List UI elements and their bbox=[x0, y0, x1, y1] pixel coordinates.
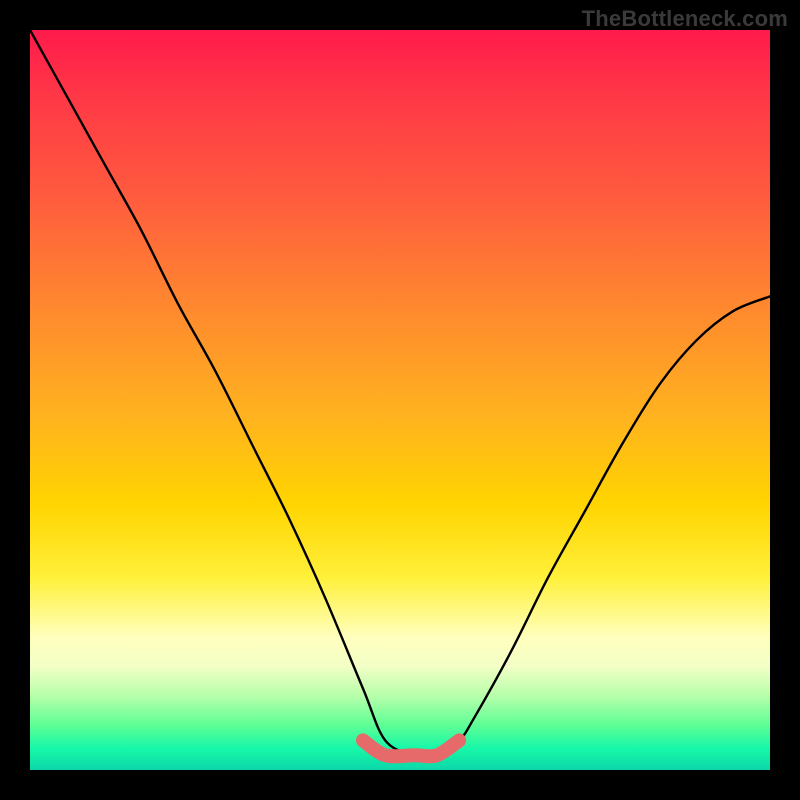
optimal-range-highlight bbox=[363, 740, 459, 756]
watermark-text: TheBottleneck.com bbox=[582, 6, 788, 32]
bottleneck-curve bbox=[30, 30, 770, 757]
chart-svg bbox=[30, 30, 770, 770]
chart-frame: TheBottleneck.com bbox=[0, 0, 800, 800]
plot-area bbox=[30, 30, 770, 770]
